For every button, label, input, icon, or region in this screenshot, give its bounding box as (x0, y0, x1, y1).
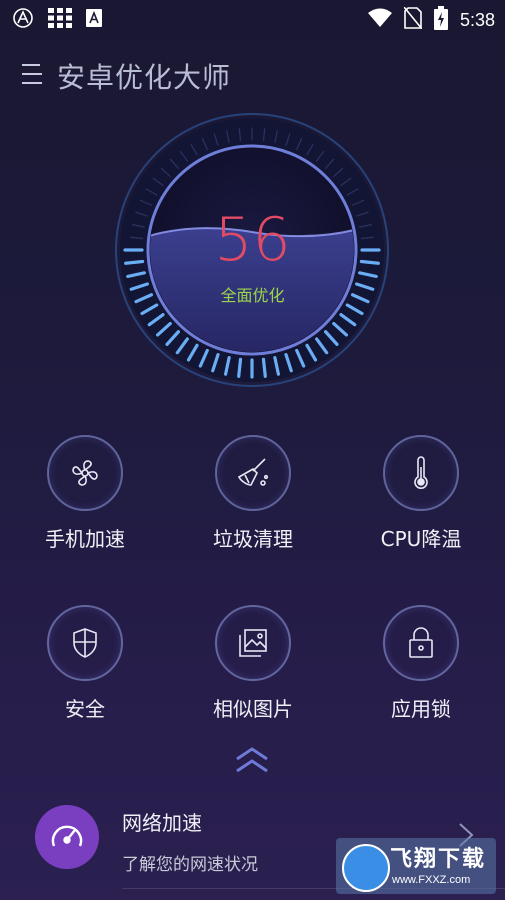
feature-security[interactable]: 安全 (0, 605, 170, 722)
app-header: 安卓优化大师 (0, 50, 505, 100)
feature-similar-photos[interactable]: 相似图片 (168, 605, 338, 722)
watermark-url: www.FXXZ.com (392, 874, 471, 886)
feature-junk-clean[interactable]: 垃圾清理 (168, 435, 338, 552)
status-right-icons: 5:38 (367, 6, 495, 34)
feature-cpu-cool[interactable]: CPU降温 (336, 435, 505, 552)
watermark-text: 飞翔下载 (390, 847, 487, 872)
wifi-icon (367, 8, 392, 32)
status-left-icons (12, 7, 102, 33)
feature-label: 应用锁 (391, 697, 451, 721)
double-chevron-up-icon[interactable] (232, 745, 272, 775)
no-sim-icon (403, 6, 423, 33)
watermark: 飞翔下载 www.FXXZ.com (336, 838, 496, 894)
shield-icon (47, 605, 123, 681)
feature-label: 垃圾清理 (213, 527, 293, 551)
feature-label: 相似图片 (213, 697, 293, 721)
gallery-icon (215, 605, 291, 681)
thermometer-icon (383, 435, 459, 511)
speedometer-icon (35, 805, 99, 869)
store-icon (86, 9, 102, 31)
feature-phone-speedup[interactable]: 手机加速 (0, 435, 170, 552)
broom-icon (215, 435, 291, 511)
grid-icon (48, 8, 72, 32)
gauge-tick (237, 357, 243, 378)
status-bar: 5:38 (0, 0, 505, 36)
status-time: 5:38 (459, 9, 495, 30)
battery-charging-icon (433, 6, 448, 34)
fan-icon (47, 435, 123, 511)
hamburger-menu-icon[interactable] (20, 62, 44, 86)
padlock-icon (383, 605, 459, 681)
feature-app-lock[interactable]: 应用锁 (336, 605, 505, 722)
app-title: 安卓优化大师 (57, 61, 232, 94)
full-optimize-label[interactable]: 全面优化 (0, 282, 505, 306)
health-score: 56 (214, 205, 291, 275)
gauge-tick (261, 357, 267, 378)
feature-label: CPU降温 (380, 527, 462, 551)
network-title: 网络加速 (122, 811, 202, 835)
app-a-icon (12, 7, 34, 33)
feature-label: 安全 (65, 697, 105, 721)
feature-label: 手机加速 (45, 527, 125, 551)
watermark-logo-icon (342, 844, 390, 892)
network-subtitle: 了解您的网速状况 (122, 855, 258, 875)
